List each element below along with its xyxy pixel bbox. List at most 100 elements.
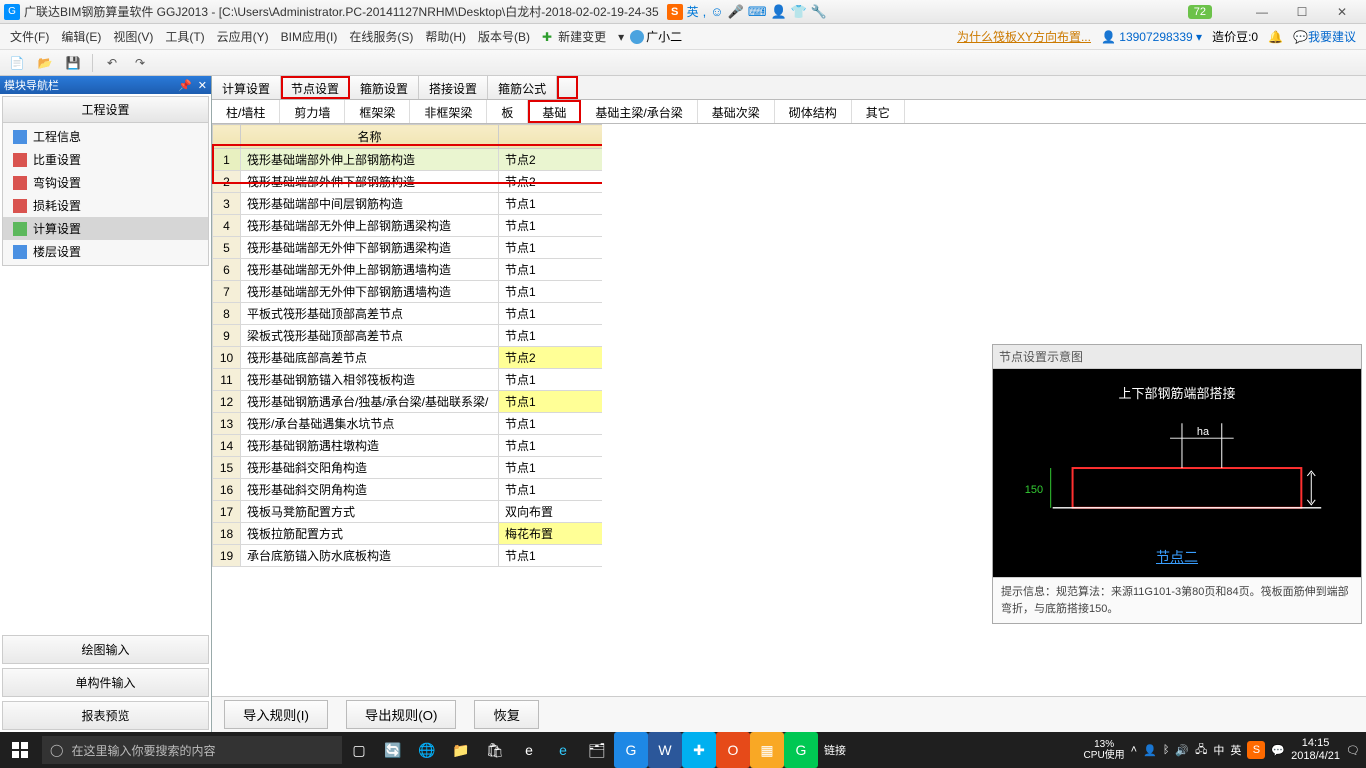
ime-keyboard-icon[interactable]: ⌨: [748, 4, 767, 20]
sub-tab[interactable]: 非框架梁: [410, 100, 487, 123]
preview-node-link[interactable]: 节点二: [1156, 547, 1198, 567]
undo-icon[interactable]: ↶: [101, 52, 123, 74]
nav-item[interactable]: 弯钩设置: [3, 171, 208, 194]
minimize-button[interactable]: —: [1242, 1, 1282, 23]
table-row[interactable]: 13筏形/承台基础遇集水坑节点节点1: [213, 413, 603, 435]
restore-button[interactable]: 恢复: [474, 700, 539, 729]
help-link[interactable]: 为什么筏板XY方向布置...: [957, 28, 1091, 45]
tb-folder[interactable]: 📁: [444, 732, 478, 768]
nav-item[interactable]: 比重设置: [3, 148, 208, 171]
ime-mic-icon[interactable]: 🎤: [728, 4, 744, 20]
cell-name[interactable]: 承台底筋锚入防水底板构造: [241, 545, 499, 567]
table-row[interactable]: 19承台底筋锚入防水底板构造节点1: [213, 545, 603, 567]
cell-node[interactable]: 梅花布置: [499, 523, 603, 545]
cell-node[interactable]: 节点1: [499, 391, 603, 413]
cell-name[interactable]: 筏形/承台基础遇集水坑节点: [241, 413, 499, 435]
top-tab[interactable]: 搭接设置: [419, 76, 488, 99]
tray-up-icon[interactable]: ˄: [1131, 744, 1137, 756]
menu-view[interactable]: 视图(V): [107, 25, 159, 48]
cell-node[interactable]: 节点1: [499, 281, 603, 303]
cell-name[interactable]: 筏形基础斜交阳角构造: [241, 457, 499, 479]
cell-node[interactable]: 节点1: [499, 435, 603, 457]
cell-node[interactable]: 节点1: [499, 193, 603, 215]
menu-online[interactable]: 在线服务(S): [343, 25, 419, 48]
menu-bim[interactable]: BIM应用(I): [275, 25, 344, 48]
dropdown-icon[interactable]: ▾: [612, 27, 630, 47]
sub-tab[interactable]: 剪力墙: [280, 100, 345, 123]
nav-bottom-draw[interactable]: 绘图输入: [2, 635, 209, 664]
ime-logo-icon[interactable]: S: [667, 4, 683, 20]
table-row[interactable]: 4筏形基础端部无外伸上部钢筋遇梁构造节点1: [213, 215, 603, 237]
table-row[interactable]: 3筏形基础端部中间层钢筋构造节点1: [213, 193, 603, 215]
menu-help[interactable]: 帮助(H): [419, 25, 472, 48]
sub-tab[interactable]: 基础次梁: [698, 100, 775, 123]
user-small-name[interactable]: 广小二: [646, 28, 682, 45]
shield-badge[interactable]: 72: [1188, 5, 1212, 19]
suggest-button[interactable]: 💬我要建议: [1293, 28, 1356, 45]
sub-tab[interactable]: 基础: [528, 100, 581, 123]
ime-tool-icon[interactable]: 🔧: [811, 4, 827, 20]
sub-tab[interactable]: 框架梁: [345, 100, 410, 123]
sub-tab[interactable]: 砌体结构: [775, 100, 852, 123]
nav-bottom-single[interactable]: 单构件输入: [2, 668, 209, 697]
sub-tab[interactable]: 基础主梁/承台梁: [581, 100, 697, 123]
cell-name[interactable]: 筏形基础钢筋锚入相邻筏板构造: [241, 369, 499, 391]
ime-user-icon[interactable]: 👤: [771, 4, 787, 20]
ime-lang[interactable]: 英: [687, 3, 699, 20]
cell-name[interactable]: 筏形基础端部无外伸上部钢筋遇梁构造: [241, 215, 499, 237]
cell-node[interactable]: 节点1: [499, 479, 603, 501]
table-row[interactable]: 8平板式筏形基础顶部高差节点节点1: [213, 303, 603, 325]
top-tab[interactable]: 计算设置: [212, 76, 281, 99]
cell-node[interactable]: 双向布置: [499, 501, 603, 523]
tb-app-x[interactable]: ▦: [750, 732, 784, 768]
tb-store[interactable]: 🛍: [478, 732, 512, 768]
tray-ime2[interactable]: 英: [1230, 742, 1241, 758]
table-row[interactable]: 6筏形基础端部无外伸上部钢筋遇墙构造节点1: [213, 259, 603, 281]
tray-vol-icon[interactable]: 🔊: [1175, 744, 1189, 757]
new-change-button[interactable]: 新建变更: [552, 25, 612, 48]
cell-name[interactable]: 筏形基础斜交阴角构造: [241, 479, 499, 501]
cell-name[interactable]: 平板式筏形基础顶部高差节点: [241, 303, 499, 325]
tb-app-g2[interactable]: G: [784, 732, 818, 768]
cell-name[interactable]: 筏形基础端部外伸下部钢筋构造: [241, 171, 499, 193]
table-row[interactable]: 2筏形基础端部外伸下部钢筋构造节点2: [213, 171, 603, 193]
ime-emoji-icon[interactable]: ☺: [710, 4, 723, 19]
open-file-icon[interactable]: 📂: [34, 52, 56, 74]
cell-node[interactable]: 节点2: [499, 347, 603, 369]
sub-tab[interactable]: 板: [487, 100, 528, 123]
table-row[interactable]: 17筏板马凳筋配置方式双向布置: [213, 501, 603, 523]
tray-clock[interactable]: 14:152018/4/21: [1291, 737, 1340, 762]
tb-explorer[interactable]: 🗂: [580, 732, 614, 768]
cell-node[interactable]: 节点1: [499, 369, 603, 391]
bell-icon[interactable]: 🔔: [1268, 30, 1283, 44]
menu-tools[interactable]: 工具(T): [159, 25, 210, 48]
tb-app-w[interactable]: W: [648, 732, 682, 768]
tb-app1[interactable]: 🔄: [376, 732, 410, 768]
top-tab[interactable]: [557, 76, 578, 99]
top-tab[interactable]: 箍筋设置: [350, 76, 419, 99]
nav-bottom-report[interactable]: 报表预览: [2, 701, 209, 730]
sub-tab[interactable]: 其它: [852, 100, 905, 123]
tb-ie[interactable]: e: [546, 732, 580, 768]
cell-node[interactable]: 节点1: [499, 325, 603, 347]
cell-name[interactable]: 筏形基础端部中间层钢筋构造: [241, 193, 499, 215]
tb-browser1[interactable]: 🌐: [410, 732, 444, 768]
menu-cloud[interactable]: 云应用(Y): [211, 25, 275, 48]
panel-close-icon[interactable]: ✕: [198, 79, 207, 92]
tray-notif-icon[interactable]: 🗨: [1346, 744, 1360, 757]
top-tab[interactable]: 节点设置: [281, 76, 350, 99]
table-row[interactable]: 18筏板拉筋配置方式梅花布置: [213, 523, 603, 545]
cell-name[interactable]: 筏形基础底部高差节点: [241, 347, 499, 369]
tray-sogou-icon[interactable]: S: [1247, 741, 1265, 759]
nav-group-title[interactable]: 工程设置: [3, 97, 208, 123]
menu-edit[interactable]: 编辑(E): [55, 25, 107, 48]
tray-bt-icon[interactable]: ᛒ: [1163, 744, 1170, 756]
cell-node[interactable]: 节点1: [499, 545, 603, 567]
cell-name[interactable]: 筏形基础端部无外伸上部钢筋遇墙构造: [241, 259, 499, 281]
cell-name[interactable]: 筏形基础端部外伸上部钢筋构造: [241, 149, 499, 171]
table-row[interactable]: 16筏形基础斜交阴角构造节点1: [213, 479, 603, 501]
pin-icon[interactable]: 📌: [178, 79, 192, 92]
table-row[interactable]: 12筏形基础钢筋遇承台/独基/承台梁/基础联系梁/节点1: [213, 391, 603, 413]
table-row[interactable]: 9梁板式筏形基础顶部高差节点节点1: [213, 325, 603, 347]
tb-edge[interactable]: e: [512, 732, 546, 768]
